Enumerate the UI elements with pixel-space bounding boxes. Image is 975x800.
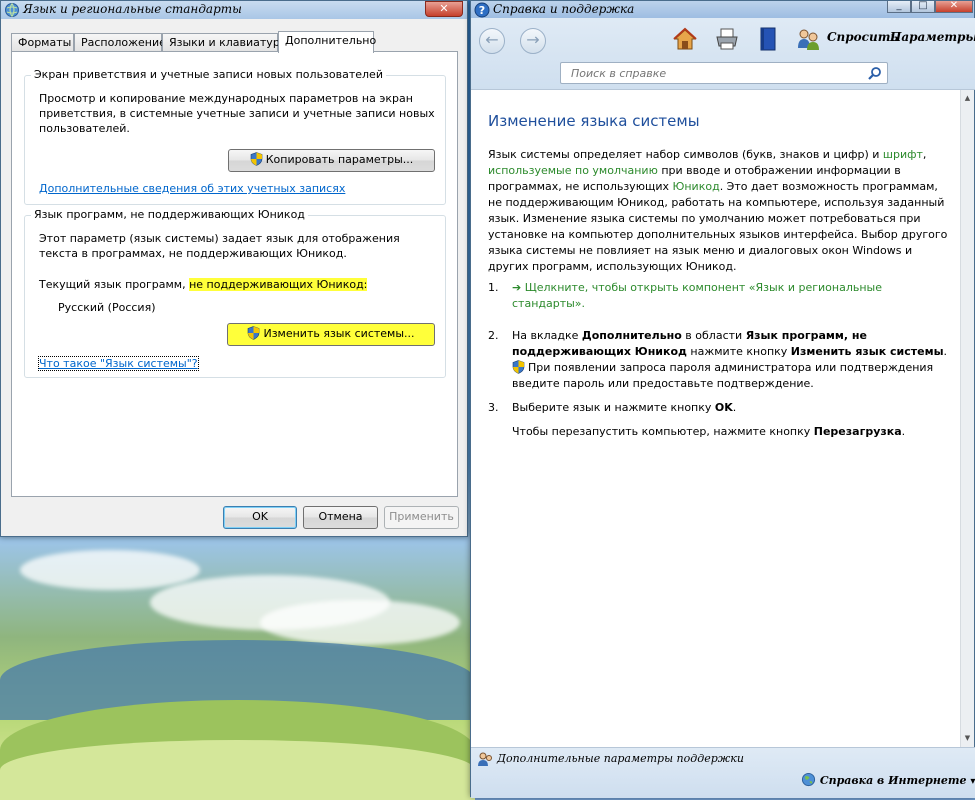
step-3-text-c: . [732,401,737,414]
step-3-text-a: Выберите язык и нажмите кнопку [512,401,715,414]
step-3: 3. Выберите язык и нажмите кнопку OK. Чт… [488,400,950,440]
step-3-restart: Перезагрузка [813,425,902,438]
ask-label[interactable]: Спросить [827,30,898,44]
intro-text-2: , [922,148,927,161]
step-3-text-f: . [901,425,906,438]
non-unicode-group: Язык программ, не поддерживающих Юникод … [24,208,446,378]
step-2-text-c: в области [681,329,746,342]
steps-list: 1. ➔ Щелкните, чтобы открыть компонент «… [488,280,950,448]
current-language-label-text: Текущий язык программ, [39,278,190,291]
tab-location[interactable]: Расположение [74,33,166,52]
copy-settings-label: Копировать параметры... [265,153,414,166]
maximize-button[interactable]: □ [911,1,935,13]
online-help-dropdown-icon: ▾ [970,776,975,787]
region-language-dialog: Язык и региональные стандарты ✕ Форматы … [0,0,468,537]
intro-text-1: Язык системы определяет набор символов (… [488,148,883,161]
help-search-box [560,62,888,84]
region-close-button[interactable]: ✕ [425,1,463,17]
font-glossary-link[interactable]: шрифт [883,148,923,161]
search-icon[interactable] [868,66,882,80]
back-button[interactable]: ← [479,28,505,54]
open-region-link[interactable]: Щелкните, чтобы открыть компонент «Язык … [512,281,882,310]
welcome-group-title: Экран приветствия и учетные записи новых… [31,68,386,81]
step-1: 1. ➔ Щелкните, чтобы открыть компонент «… [488,280,950,312]
printer-icon[interactable] [714,26,740,52]
non-unicode-description: Этот параметр (язык системы) задает язык… [39,232,400,260]
step-2-button-name: Изменить язык системы [790,345,944,358]
scroll-up-icon[interactable]: ▲ [961,92,974,105]
help-support-window: ? Справка и поддержка _ □ ✕ ← → Спросить… [470,0,975,798]
forward-arrow-icon: → [526,30,540,49]
help-vertical-scrollbar[interactable]: ▲ ▼ [960,90,974,747]
current-language-value: Русский (Россия) [58,301,156,314]
tab-administrative[interactable]: Дополнительно [278,31,376,53]
step-2-text-e: нажмите кнопку [686,345,791,358]
step-2-uac-note: При появлении запроса пароля администрат… [512,361,934,390]
copy-settings-button[interactable]: Копировать параметры... [228,149,435,172]
step-2-text-g: . [943,345,948,358]
svg-text:?: ? [479,4,485,17]
help-close-button[interactable]: ✕ [935,1,973,13]
ask-people-icon[interactable] [795,26,821,52]
article-intro: Язык системы определяет набор символов (… [488,147,950,275]
accounts-info-link[interactable]: Дополнительные сведения об этих учетных … [39,182,345,195]
help-question-icon: ? [474,2,490,18]
step-3-text-d: Чтобы перезапустить компьютер, нажмите к… [512,425,814,438]
step-2-tab-name: Дополнительно [581,329,682,342]
help-window-title: Справка и поддержка [493,2,635,16]
more-support-options-link[interactable]: Дополнительные параметры поддержки [497,752,744,765]
help-article: Изменение языка системы Язык системы опр… [471,90,962,747]
options-label: Параметры [890,30,975,44]
forward-button[interactable]: → [520,28,546,54]
step-3-number: 3. [488,401,499,414]
step-2-number: 2. [488,329,499,342]
support-people-icon [478,752,492,766]
step-3-ok: OK [714,401,733,414]
region-titlebar[interactable]: Язык и региональные стандарты ✕ [1,1,467,19]
administrative-tab-panel: Экран приветствия и учетные записи новых… [11,51,458,497]
browse-help-book-icon[interactable] [755,26,781,52]
help-toolbar: ← → Спросить Параметры ▾ [471,18,975,90]
intro-text-4: . Это дает возможность программам, не по… [488,180,948,273]
uac-shield-icon [250,152,263,166]
online-help-label: Справка в Интернете [819,774,967,787]
step-3-restart-note: Чтобы перезапустить компьютер, нажмите к… [512,424,950,440]
scroll-down-icon[interactable]: ▼ [961,732,974,745]
globe-icon [5,3,19,17]
help-search-input[interactable] [569,64,864,82]
help-statusbar: Дополнительные параметры поддержки Справ… [471,747,975,798]
step-2: 2. На вкладке Дополнительно в области Яз… [488,328,950,392]
uac-shield-icon [512,360,525,374]
home-icon[interactable] [672,26,698,52]
cancel-button[interactable]: Отмена [303,506,378,529]
default-glossary-link[interactable]: используемые по умолчанию [488,164,658,177]
ok-button[interactable]: OK [223,506,297,529]
current-language-label: Текущий язык программ, не поддерживающих… [39,277,368,292]
online-help-menu[interactable]: Справка в Интернете ▾ [801,772,975,787]
unicode-glossary-link[interactable]: Юникод [672,180,719,193]
help-titlebar[interactable]: ? Справка и поддержка _ □ ✕ [471,1,974,18]
welcome-description: Просмотр и копирование международных пар… [39,92,435,135]
uac-shield-icon [248,326,260,340]
region-window-title: Язык и региональные стандарты [23,2,242,16]
minimize-button[interactable]: _ [887,1,911,13]
back-arrow-icon: ← [485,30,499,49]
options-menu[interactable]: Параметры ▾ [890,30,975,44]
tab-keyboards-languages[interactable]: Языки и клавиатуры [162,33,289,52]
step-1-number: 1. [488,281,499,294]
welcome-screen-group: Экран приветствия и учетные записи новых… [24,68,446,205]
apply-button[interactable]: Применить [384,506,459,529]
what-is-system-locale-link[interactable]: Что такое "Язык системы"? [38,356,199,371]
change-system-locale-button[interactable]: Изменить язык системы... [227,323,435,346]
article-heading: Изменение языка системы [488,112,700,130]
green-arrow-icon: ➔ [512,281,522,294]
online-globe-icon [801,772,816,787]
step-2-text-a: На вкладке [512,329,582,342]
non-unicode-group-title: Язык программ, не поддерживающих Юникод [31,208,308,221]
tab-formats[interactable]: Форматы [11,33,74,52]
current-language-label-highlight: не поддерживающих Юникод: [189,278,368,291]
change-system-locale-label: Изменить язык системы... [263,327,415,340]
